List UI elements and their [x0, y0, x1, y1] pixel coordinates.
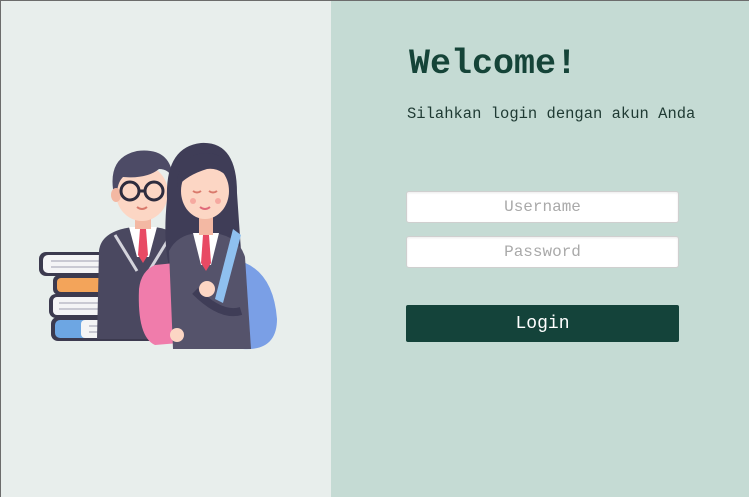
illustration-panel — [1, 1, 331, 497]
username-input[interactable] — [406, 191, 679, 223]
password-input[interactable] — [406, 236, 679, 268]
welcome-title: Welcome! — [409, 44, 578, 84]
students-with-books-illustration — [39, 142, 277, 350]
login-subtitle: Silahkan login dengan akun Anda — [407, 105, 696, 123]
login-button[interactable]: Login — [406, 305, 679, 342]
